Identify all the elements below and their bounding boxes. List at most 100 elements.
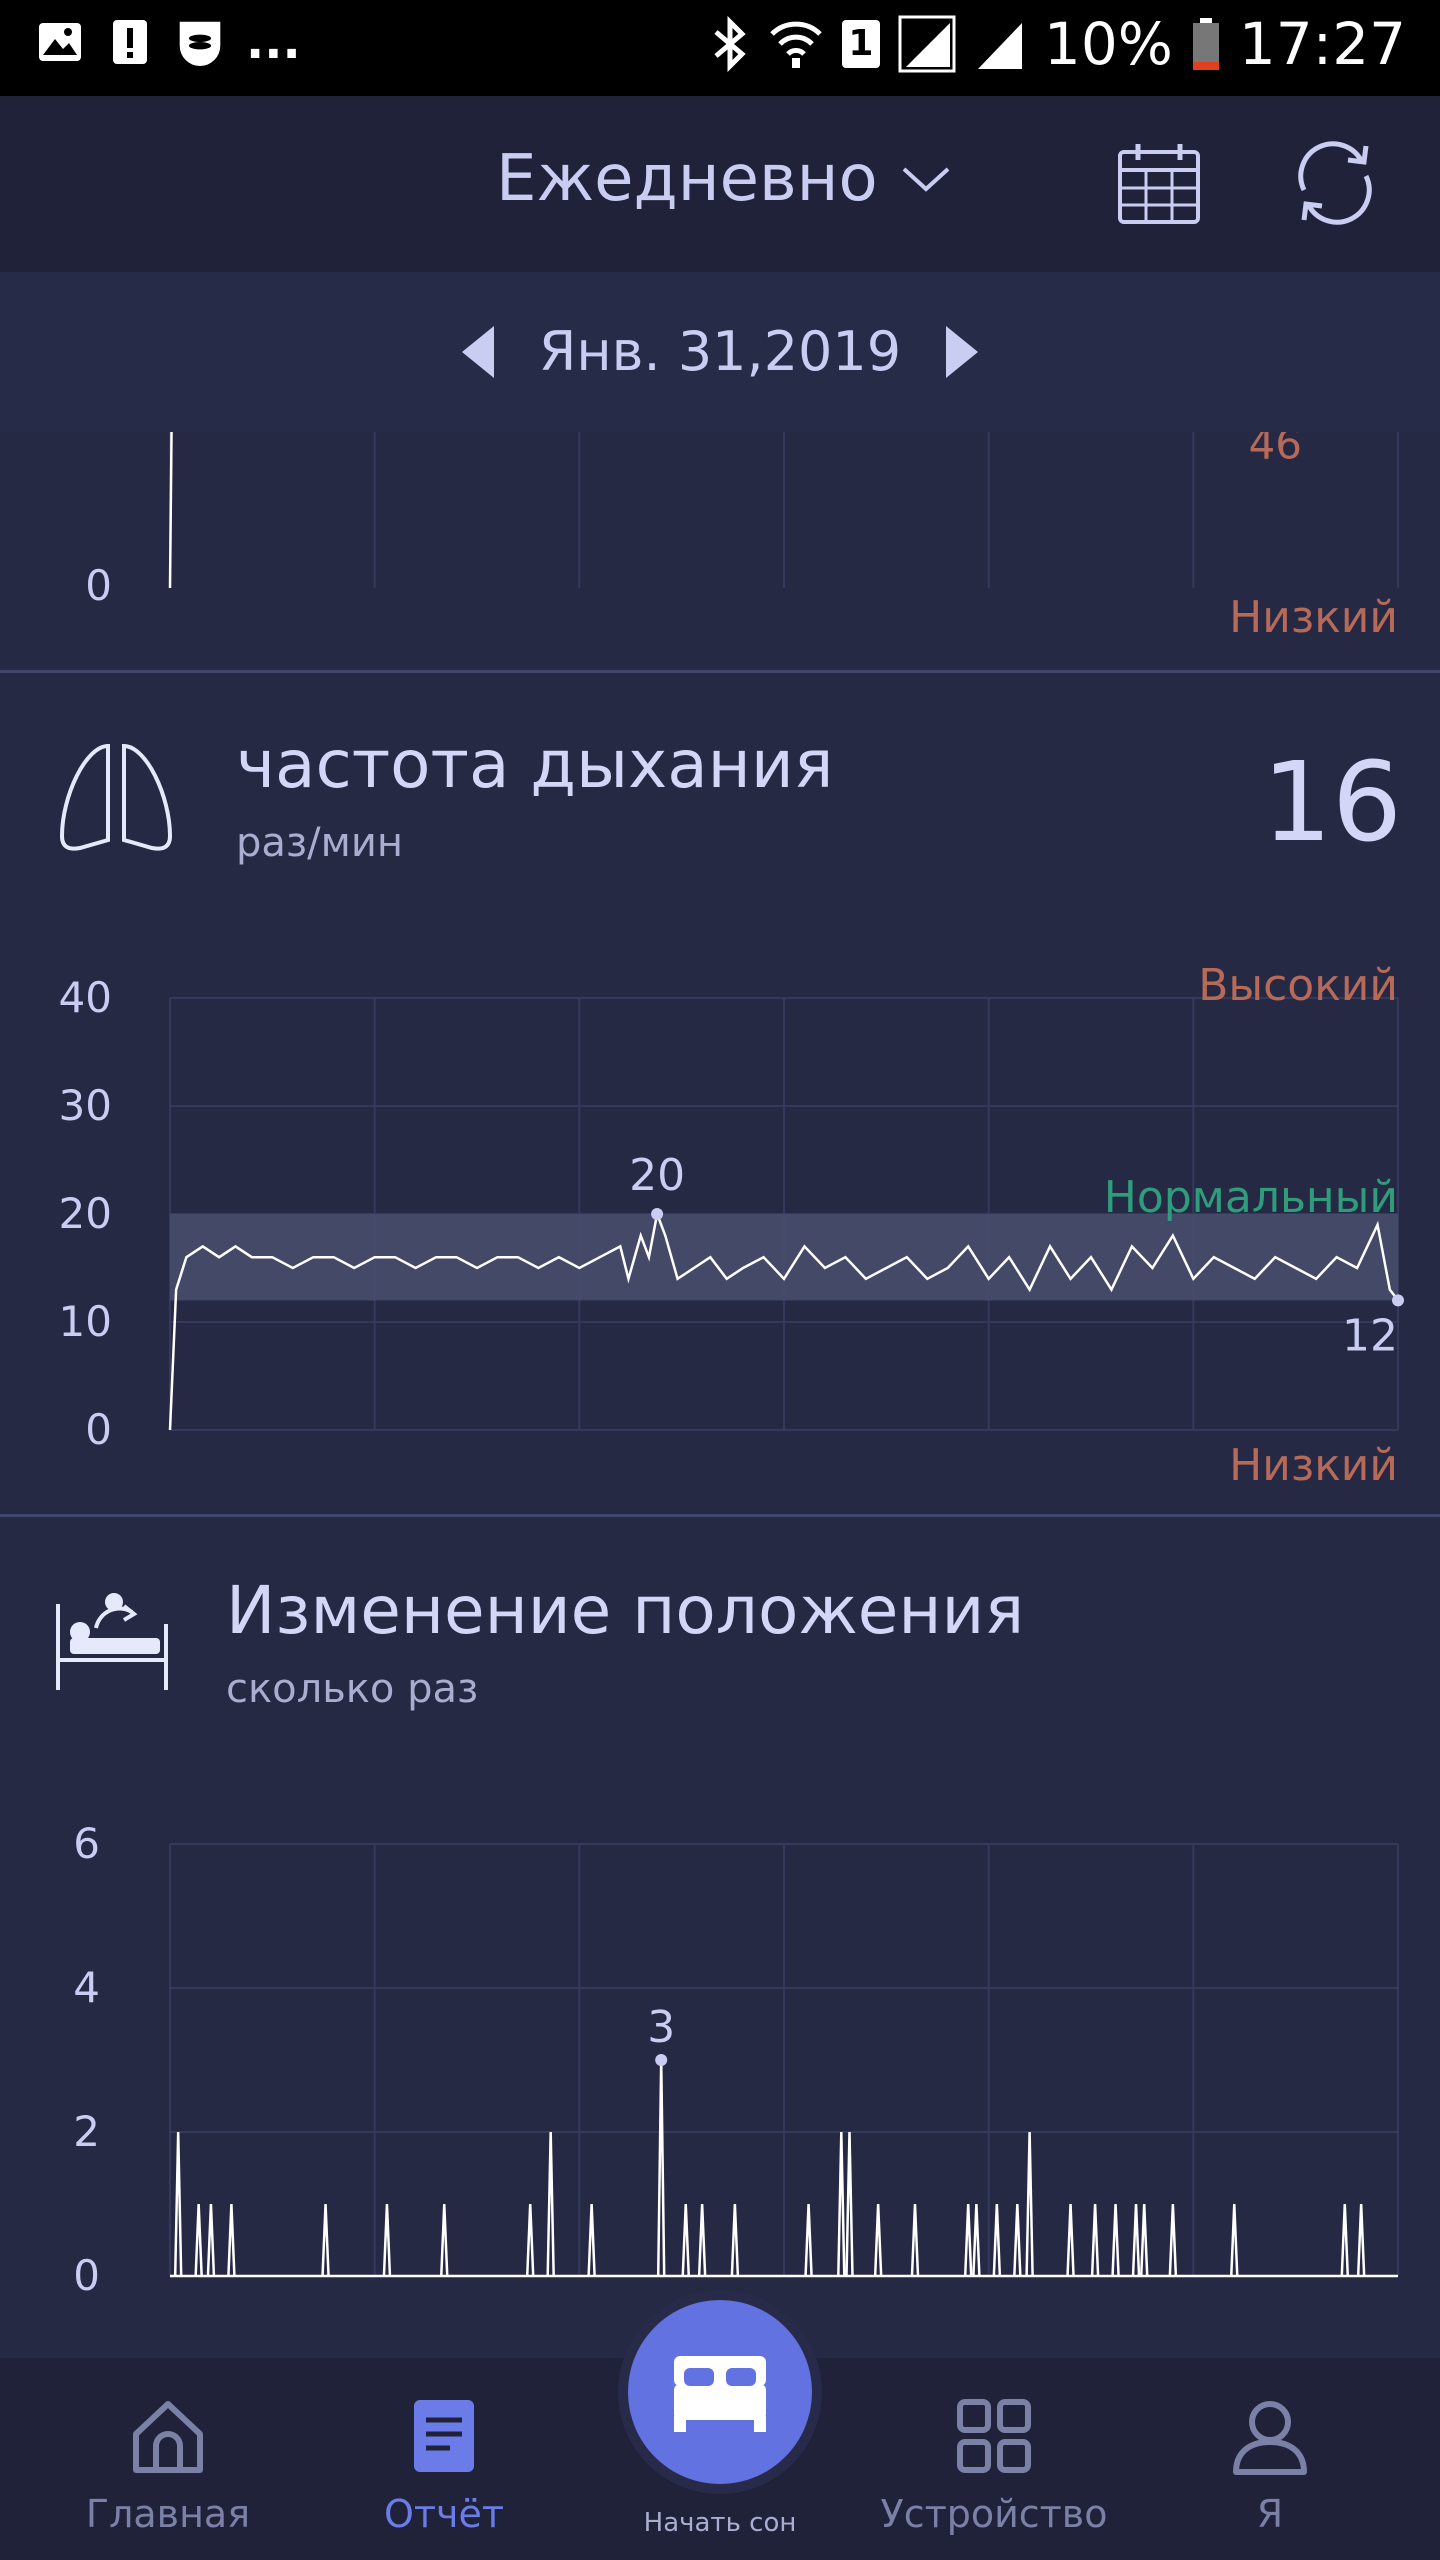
position-change-spike [587, 2203, 596, 2277]
position-change-spike [525, 2203, 535, 2277]
position-change-spike [206, 2203, 216, 2277]
y-tick-label: 0 [85, 561, 112, 610]
position-change-spike [910, 2203, 920, 2277]
y-tick-label: 4 [73, 1963, 100, 2012]
position-change-spike [1340, 2203, 1350, 2277]
status-time: 17:27 [1238, 10, 1406, 78]
position-change-spike [837, 2131, 846, 2277]
y-tick-label: 2 [73, 2107, 100, 2156]
previous-day-button[interactable] [458, 322, 498, 382]
profile-icon [1233, 2401, 1307, 2475]
min-marker [1392, 1294, 1404, 1307]
position-change-spike [1025, 2131, 1034, 2277]
nav-device-label: Устройство [880, 2492, 1108, 2536]
position-change-spike [1090, 2203, 1100, 2277]
position-change-spike [1111, 2203, 1120, 2277]
normal-zone-label: Нормальный [1104, 1172, 1398, 1223]
position-change-spike [1230, 2203, 1239, 2277]
position-unit: сколько раз [226, 1666, 479, 1712]
report-icon [414, 2400, 474, 2472]
position-change-chart: 0 2 4 6 3 [73, 1819, 1399, 2300]
nav-profile-label: Я [1256, 2492, 1284, 2536]
next-day-button[interactable] [942, 322, 982, 382]
position-change-spike [681, 2203, 691, 2277]
position-change-spike [1139, 2203, 1149, 2277]
date-navigator: Янв. 31,2019 [0, 272, 1440, 432]
nav-profile[interactable]: Я [1150, 2358, 1390, 2560]
start-sleep-button[interactable] [628, 2300, 812, 2484]
y-tick-label: 6 [73, 1819, 100, 1868]
position-change-spike [321, 2203, 330, 2277]
position-change-spike [1013, 2203, 1022, 2277]
image-icon [36, 18, 84, 66]
app-icon [176, 18, 224, 66]
min-value-label: 46 [1248, 432, 1301, 468]
position-change-spike [845, 2131, 854, 2277]
y-tick-label: 40 [59, 973, 112, 1022]
sim-badge: 1 [841, 20, 880, 68]
status-bar: ... 1 10% 17:27 [0, 0, 1440, 96]
y-tick-label: 30 [59, 1081, 112, 1130]
bed-position-icon [56, 1593, 168, 1690]
heart-rate-chart: 03046Низкий [85, 432, 1399, 643]
position-change-spike [1131, 2203, 1141, 2277]
low-zone-label: Низкий [1229, 592, 1398, 643]
position-change-spike [804, 2203, 813, 2277]
wifi-icon [770, 21, 822, 68]
period-title: Ежедневно [496, 142, 878, 216]
section-divider [0, 1514, 1440, 1517]
max-value-label: 3 [647, 2002, 675, 2053]
top-app-bar: Ежедневно [0, 96, 1440, 272]
position-change-spike [972, 2203, 981, 2277]
low-zone-label: Низкий [1229, 1440, 1398, 1491]
min-value-label: 12 [1342, 1310, 1398, 1361]
position-change-spike [440, 2203, 449, 2277]
current-date: Янв. 31,2019 [538, 320, 902, 383]
status-left: ... [36, 18, 301, 66]
respiration-value: 16 [1262, 738, 1402, 866]
respiration-unit: раз/мин [236, 820, 403, 866]
position-change-spike [697, 2203, 707, 2277]
y-tick-label: 0 [85, 1405, 112, 1454]
signal-2-icon [977, 23, 1022, 69]
y-tick-label: 20 [59, 1189, 112, 1238]
period-selector[interactable]: Ежедневно [496, 142, 952, 216]
chevron-down-icon [902, 167, 950, 192]
position-change-spike [656, 2059, 666, 2277]
nav-home[interactable]: Главная [48, 2358, 288, 2560]
device-icon [957, 2399, 1031, 2473]
position-change-spike [173, 2131, 183, 2277]
position-change-spike [1356, 2203, 1366, 2277]
respiration-chart: 0 10 20 30 40 Высокий Нормальный Низкий 20 12 [59, 960, 1404, 1491]
position-change-spike [963, 2203, 973, 2277]
bluetooth-icon [714, 16, 746, 72]
max-marker [655, 2054, 668, 2066]
battery-percent: 10% [1043, 10, 1173, 78]
position-change-spike [194, 2203, 203, 2277]
lungs-icon [59, 743, 173, 851]
position-change-spike [1168, 2203, 1178, 2277]
position-change-spike [546, 2131, 555, 2277]
home-icon [133, 2401, 203, 2473]
nav-report-label: Отчёт [383, 2492, 504, 2536]
start-sleep-label: Начать сон [643, 2508, 797, 2538]
position-change-spike [1066, 2203, 1075, 2277]
position-change-spike [873, 2203, 883, 2277]
refresh-icon[interactable] [1290, 138, 1380, 228]
respiration-title: частота дыхания [236, 726, 834, 803]
status-right: 1 10% 17:27 [710, 10, 1406, 78]
nav-device[interactable]: Устройство [874, 2358, 1114, 2560]
bed-icon [674, 2356, 766, 2432]
alert-icon [106, 18, 154, 66]
nav-report[interactable]: Отчёт [324, 2358, 564, 2560]
calendar-icon[interactable] [1116, 140, 1202, 226]
signal-1-icon [898, 15, 956, 73]
y-tick-label: 0 [73, 2251, 100, 2300]
y-tick-label: 10 [59, 1297, 112, 1346]
position-change-spike [730, 2203, 740, 2277]
battery-icon [1192, 18, 1219, 70]
high-zone-label: Высокий [1198, 960, 1398, 1011]
nav-home-label: Главная [85, 2492, 251, 2536]
position-change-spike [992, 2203, 1002, 2277]
position-change-spike [227, 2203, 236, 2277]
